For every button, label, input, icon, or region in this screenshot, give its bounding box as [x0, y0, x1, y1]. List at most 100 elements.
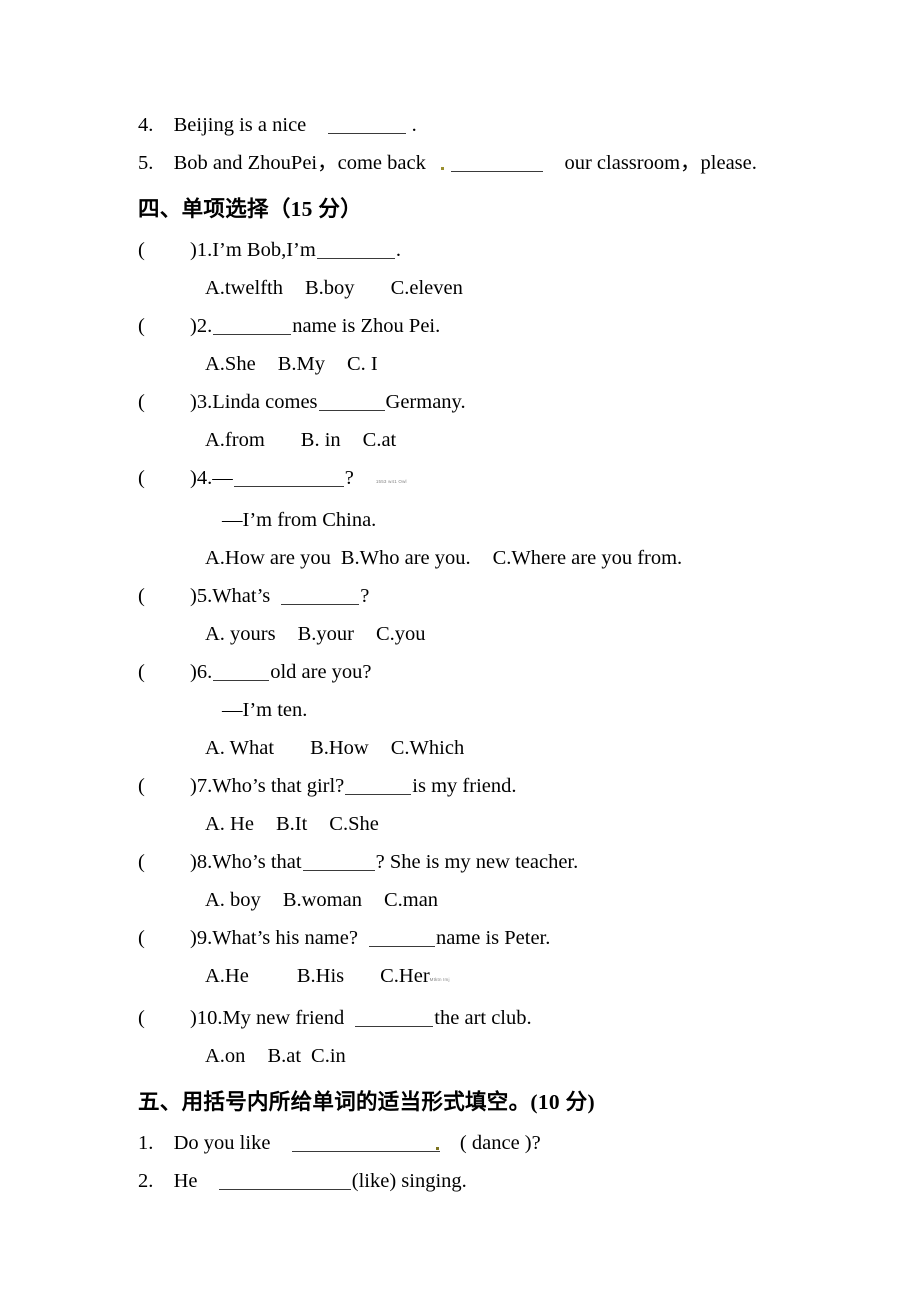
answer-blank[interactable] [213, 661, 270, 681]
mc-question-5-stem: What’s [212, 585, 271, 607]
mc-options-8: A. boy B.woman C.man [138, 881, 878, 919]
option-a[interactable]: A. What [205, 729, 274, 767]
section-five-item-1: 1. Do you like ( dance )? [138, 1124, 878, 1162]
mc-question-4-stem-after: ? [344, 467, 354, 489]
answer-bracket[interactable]: ( [138, 383, 190, 421]
mc-question-4-reply: —I’m from China. [138, 501, 878, 539]
answer-bracket-close: ) [190, 775, 197, 797]
option-b[interactable]: B.your [298, 615, 354, 653]
option-a[interactable]: A.from [205, 421, 265, 459]
mc-question-8: ()8.Who’s that ? She is my new teacher. [138, 843, 878, 881]
section-five-item-2: 2. He (like) singing. [138, 1162, 878, 1200]
mc-options-9: A.He B.His C.HerMtktn Imj [138, 957, 878, 999]
option-c[interactable]: C.you [376, 615, 426, 653]
option-b[interactable]: B.How [310, 729, 369, 767]
fill-item-4-text-after: . [411, 114, 417, 136]
mc-question-3: ()3.Linda comes Germany. [138, 383, 878, 421]
mc-question-1-stem-after: . [395, 239, 401, 261]
mc-question-6-number: 6. [196, 661, 213, 683]
answer-blank[interactable] [291, 1132, 440, 1152]
answer-bracket[interactable]: ( [138, 577, 190, 615]
answer-bracket-close: ) [190, 239, 197, 261]
mc-question-5-number: 5. [196, 585, 213, 607]
answer-bracket-close: ) [190, 1007, 197, 1029]
answer-blank[interactable] [213, 315, 292, 335]
mc-question-7-stem-after: is my friend. [412, 775, 517, 797]
mc-question-10-number: 10. [196, 1007, 223, 1029]
mc-question-2: ()2. name is Zhou Pei. [138, 307, 878, 345]
section-four-heading-label: 四、单项选择 [138, 197, 269, 222]
answer-blank[interactable] [318, 391, 385, 411]
mc-question-1-number: 1. [196, 239, 213, 261]
scan-artifact-text: 1553 w41 Owl [375, 479, 407, 484]
answer-blank[interactable] [368, 927, 435, 947]
option-c[interactable]: C.Which [391, 729, 464, 767]
option-b[interactable]: B.boy [305, 269, 355, 307]
section-four-score: （15 分） [268, 197, 362, 221]
answer-blank[interactable] [218, 1170, 351, 1190]
fill-item-5-text-after: our classroom，please. [564, 152, 757, 174]
mc-question-4-stem: — [212, 467, 233, 489]
fill-item-4-text-before: Beijing is a nice [173, 114, 307, 136]
option-c[interactable]: C.man [384, 881, 438, 919]
mc-question-10: ()10.My new friend the art club. [138, 999, 878, 1037]
option-a[interactable]: A.He [205, 957, 249, 995]
answer-blank[interactable] [316, 239, 395, 259]
answer-blank[interactable] [327, 114, 406, 134]
mc-options-6: A. What B.How C.Which [138, 729, 878, 767]
option-a[interactable]: A. boy [205, 881, 261, 919]
mc-question-4: ()4.—? 1553 w41 Owl [138, 459, 878, 501]
mc-question-7-number: 7. [196, 775, 213, 797]
mc-question-4-number: 4. [196, 467, 213, 489]
option-a[interactable]: A.She [205, 345, 256, 383]
option-b[interactable]: B.It [276, 805, 307, 843]
mc-question-6-stem-after: old are you? [270, 661, 372, 683]
mc-question-9: ()9.What’s his name? name is Peter. [138, 919, 878, 957]
fill-item-5-text-before: Bob and ZhouPei，come back [173, 152, 426, 174]
answer-bracket[interactable]: ( [138, 307, 190, 345]
answer-bracket[interactable]: ( [138, 999, 190, 1037]
mc-question-1-stem: I’m Bob,I’m [212, 239, 316, 261]
answer-bracket[interactable]: ( [138, 653, 190, 691]
mc-question-7: ()7.Who’s that girl? is my friend. [138, 767, 878, 805]
answer-blank[interactable] [233, 467, 344, 487]
option-c[interactable]: C.at [363, 421, 397, 459]
option-b[interactable]: B.at [267, 1037, 301, 1075]
section-four-heading: 四、单项选择（15 分） [138, 188, 878, 231]
answer-bracket[interactable]: ( [138, 767, 190, 805]
option-a[interactable]: A. yours [205, 615, 276, 653]
option-b[interactable]: B.His [297, 957, 344, 995]
answer-blank[interactable] [355, 1007, 434, 1027]
scan-artifact-text: Mtktn Imj [429, 977, 450, 982]
answer-blank[interactable] [302, 851, 375, 871]
option-c[interactable]: C.eleven [391, 269, 463, 307]
option-a[interactable]: A. He [205, 805, 254, 843]
answer-bracket-close: ) [190, 315, 197, 337]
option-c[interactable]: C.She [329, 805, 379, 843]
answer-blank[interactable] [345, 775, 412, 795]
answer-bracket-close: ) [190, 585, 197, 607]
fill-item-4: 4. Beijing is a nice . [138, 106, 878, 144]
mc-question-3-number: 3. [196, 391, 213, 413]
option-c[interactable]: C.Where are you from. [493, 539, 683, 577]
option-c[interactable]: C.Her [380, 957, 430, 995]
answer-bracket[interactable]: ( [138, 843, 190, 881]
answer-bracket[interactable]: ( [138, 459, 190, 497]
mc-options-10: A.on B.at C.in [138, 1037, 878, 1075]
mc-options-2: A.She B.My C. I [138, 345, 878, 383]
option-a[interactable]: A.How are you [205, 539, 331, 577]
mc-question-10-stem: My new friend [222, 1007, 345, 1029]
option-a[interactable]: A.twelfth [205, 269, 283, 307]
answer-blank[interactable] [281, 585, 360, 605]
option-b[interactable]: B.Who are you. [341, 539, 471, 577]
option-b[interactable]: B.woman [283, 881, 362, 919]
option-b[interactable]: B.My [278, 345, 325, 383]
option-a[interactable]: A.on [205, 1037, 245, 1075]
answer-blank[interactable] [451, 152, 544, 172]
answer-bracket[interactable]: ( [138, 919, 190, 957]
option-c[interactable]: C.in [311, 1037, 346, 1075]
option-b[interactable]: B. in [301, 421, 341, 459]
mc-question-3-stem: Linda comes [212, 391, 318, 413]
option-c[interactable]: C. I [347, 345, 378, 383]
answer-bracket[interactable]: ( [138, 231, 190, 269]
